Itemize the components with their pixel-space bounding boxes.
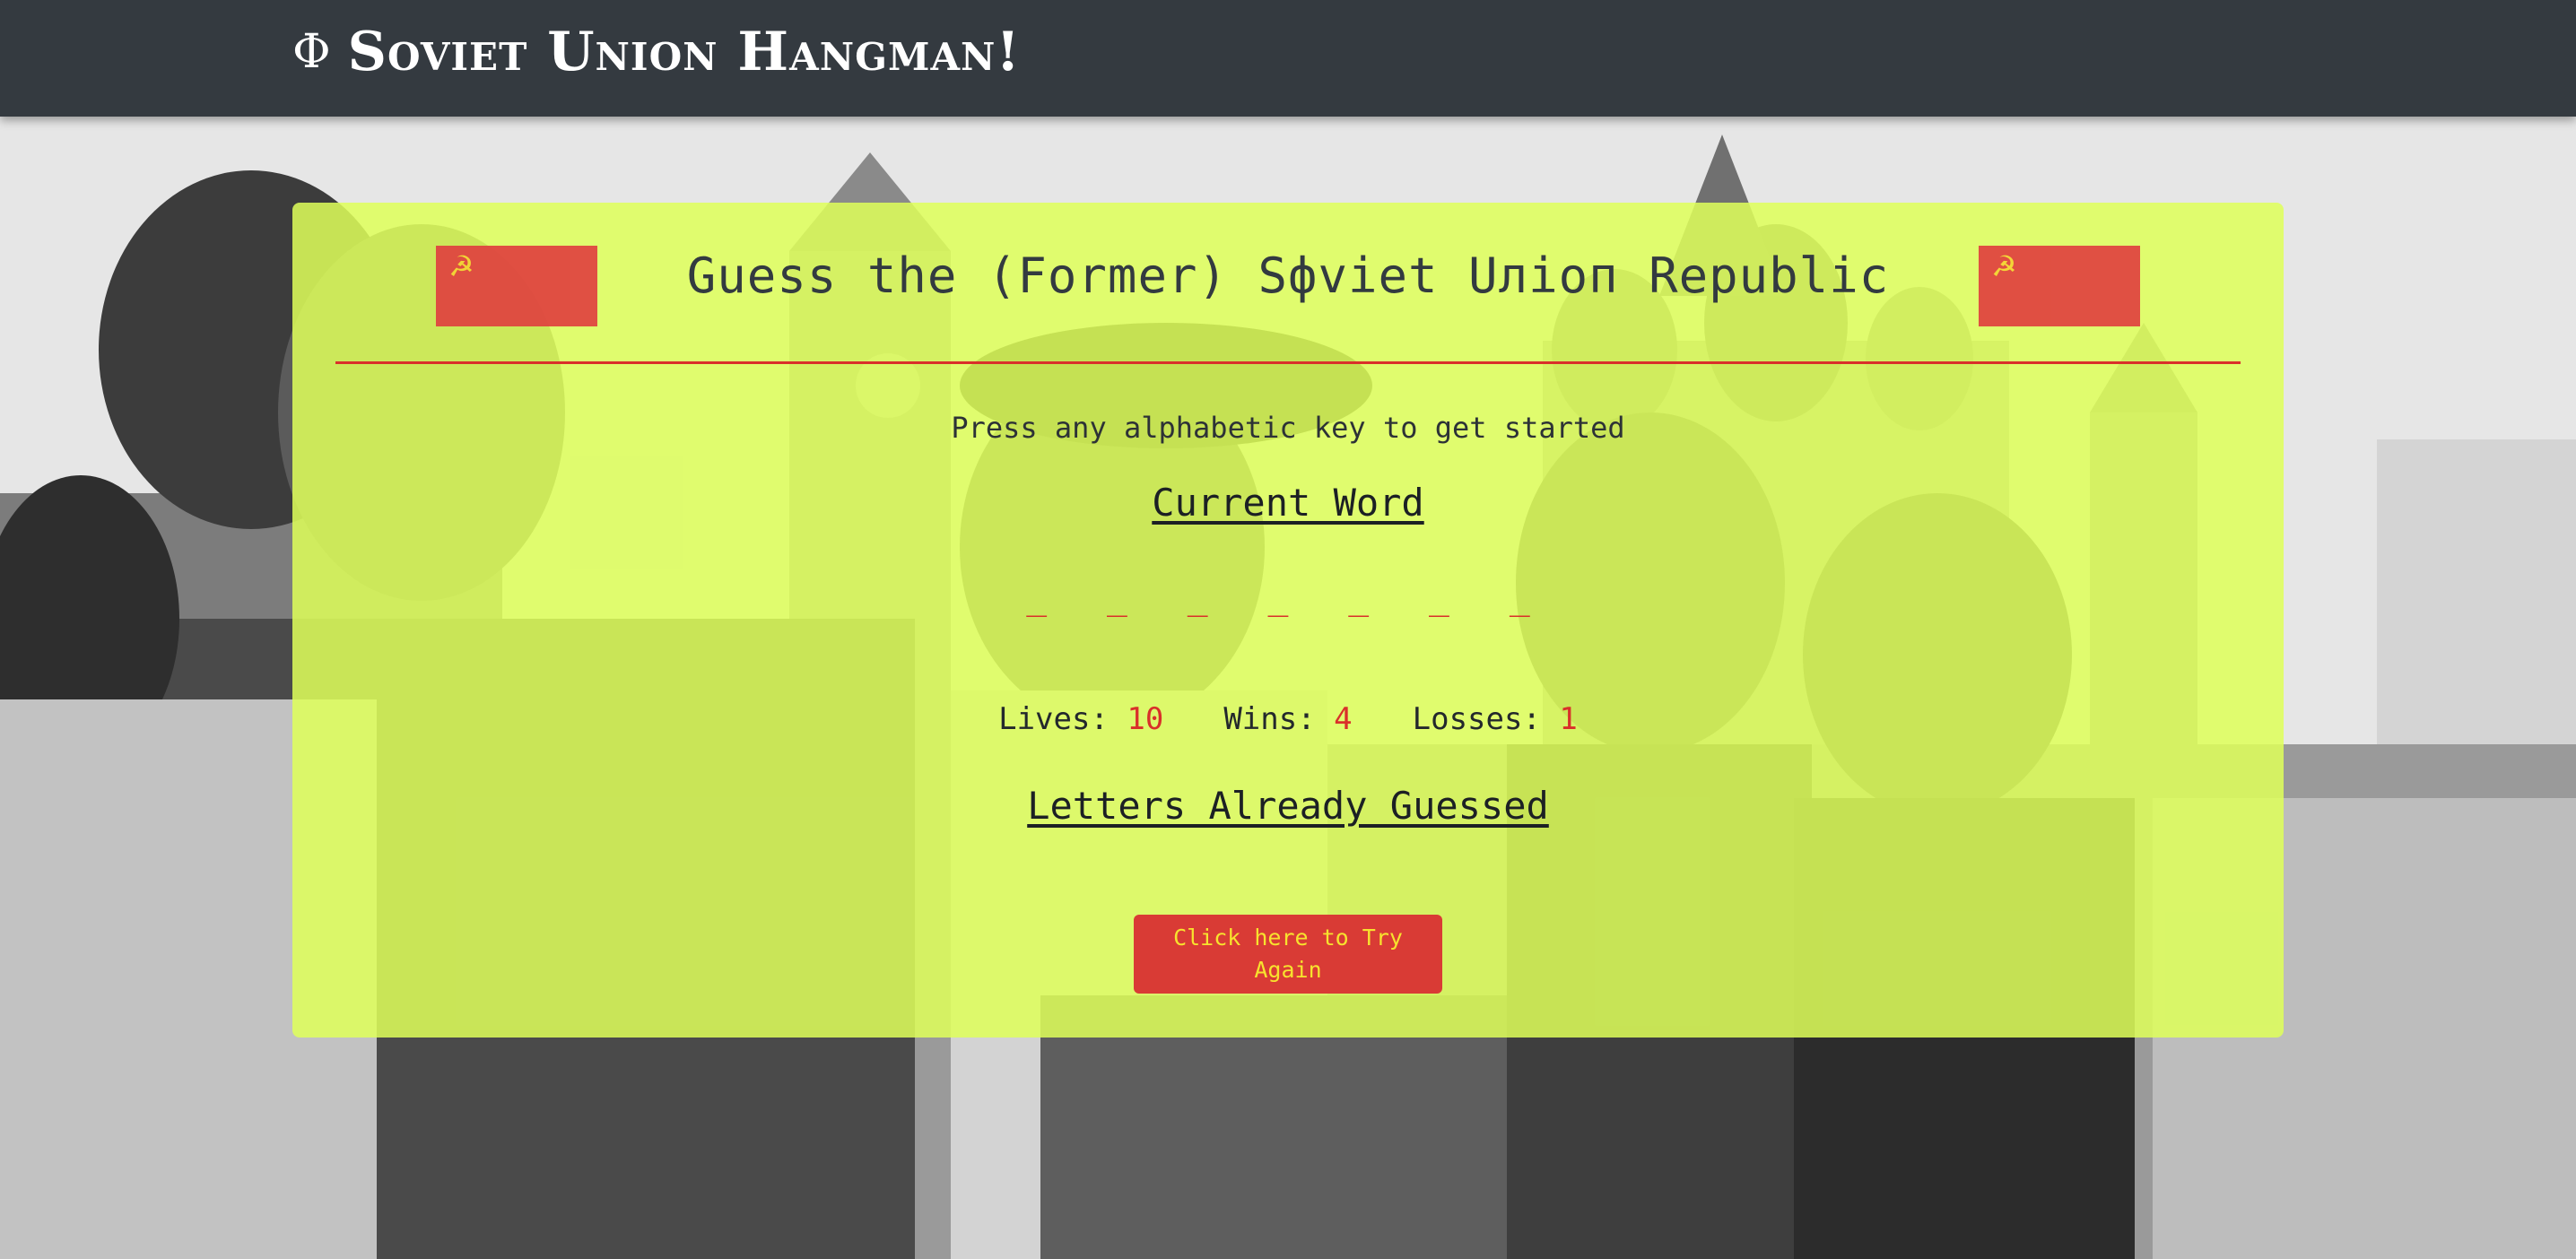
start-prompt: Press any alphabetic key to get started — [951, 411, 1625, 445]
current-word-heading: Current Word — [1152, 481, 1424, 525]
brand[interactable]: Φ Soviet Union Hangman! — [292, 16, 1021, 88]
phi-symbol-icon: Φ — [292, 25, 332, 79]
wins-value: 4 — [1334, 701, 1353, 737]
wins-label: Wins: — [1223, 701, 1316, 737]
lives-label: Lives: — [998, 701, 1109, 737]
current-word-blanks: _ _ _ _ _ _ _ — [1026, 577, 1550, 617]
top-navbar: Φ Soviet Union Hangman! — [0, 0, 2576, 117]
try-again-button[interactable]: Click here to Try Again — [1134, 915, 1442, 994]
losses-label: Losses: — [1412, 701, 1541, 737]
game-card: ☭ Guess the (Former) Sфviet Uлioп Republ… — [292, 203, 2284, 1038]
title-divider — [335, 361, 2241, 364]
brand-title: Soviet Union Hangman! — [347, 21, 1021, 83]
hammer-and-sickle-icon: ☭ — [1991, 249, 2017, 283]
game-stats: Lives: 10 Wins: 4 Losses: 1 — [292, 701, 2284, 737]
soviet-flag-right: ☭ — [1979, 246, 2140, 326]
losses-value: 1 — [1559, 701, 1578, 737]
letters-guessed-heading: Letters Already Guessed — [1027, 784, 1549, 828]
lives-value: 10 — [1127, 701, 1164, 737]
